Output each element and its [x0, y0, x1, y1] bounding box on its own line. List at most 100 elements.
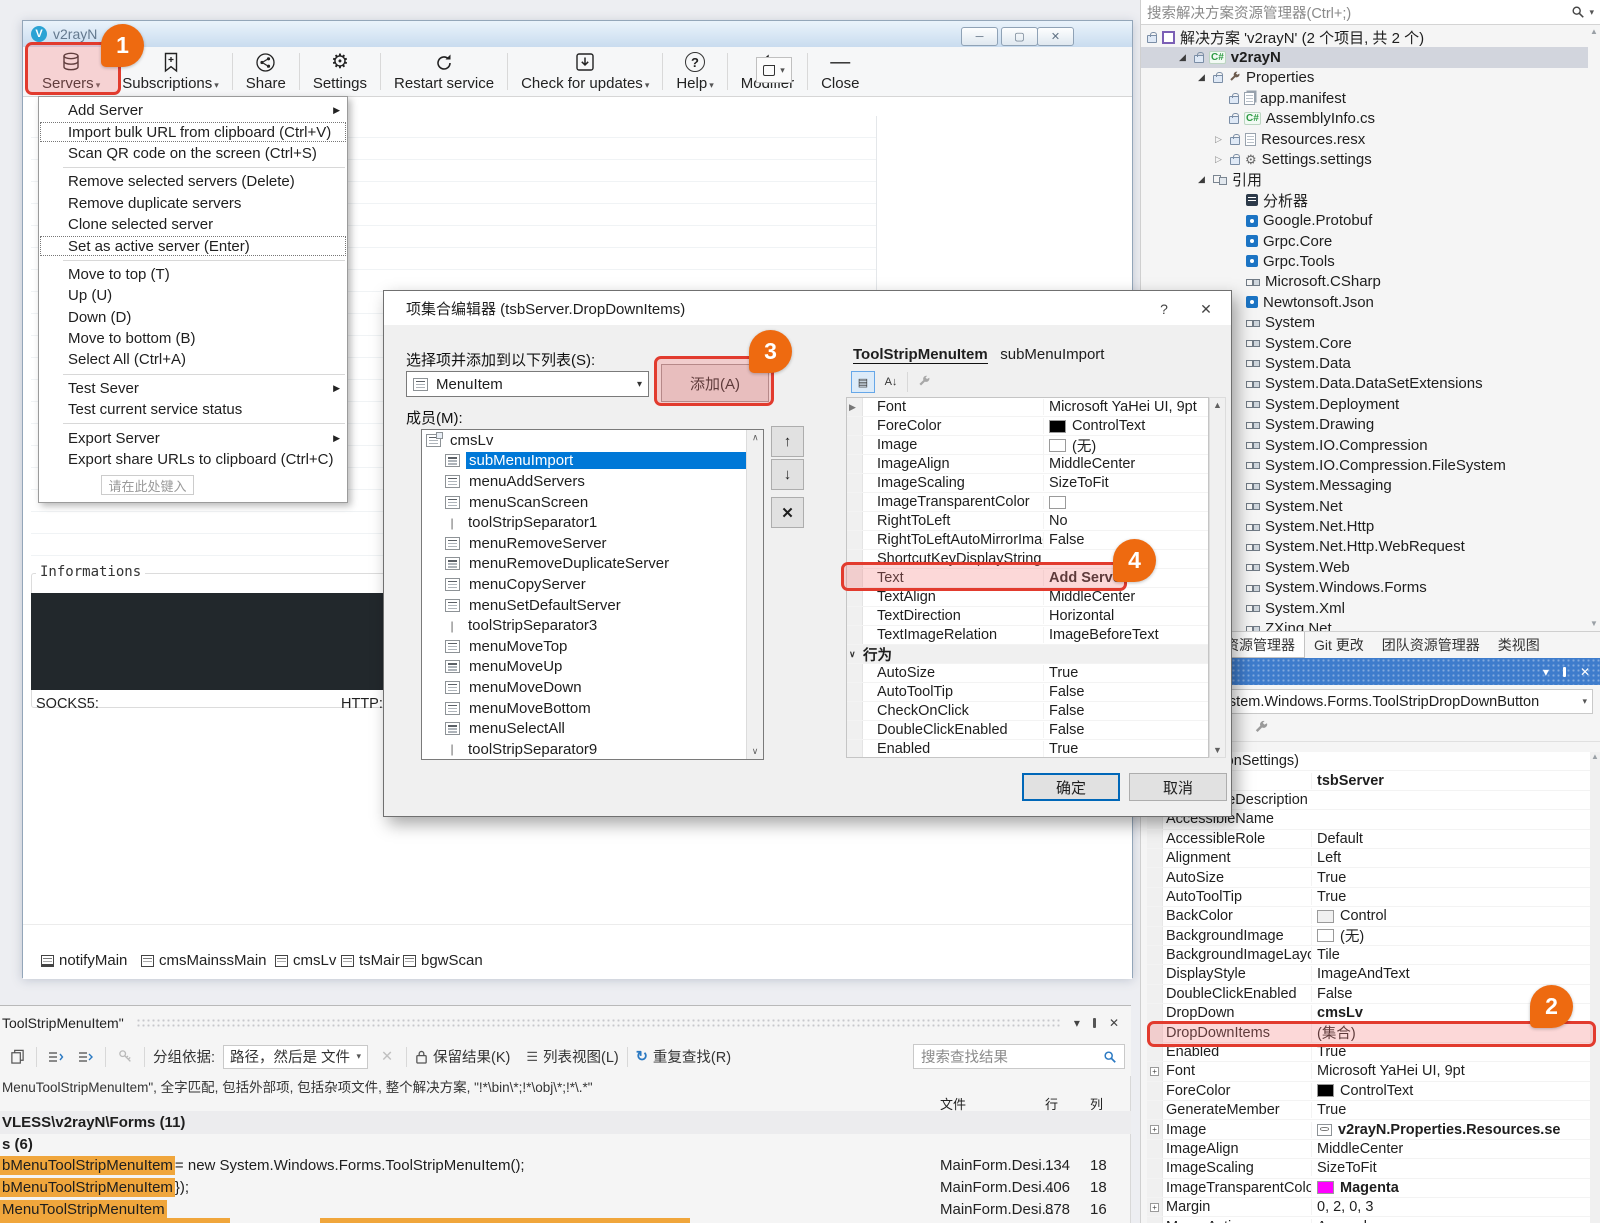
- restart-service-button[interactable]: Restart service: [383, 47, 505, 96]
- chevron-down-icon[interactable]: ▾: [1543, 665, 1549, 679]
- member-row-selected[interactable]: subMenuImport: [422, 451, 763, 472]
- menu-item-remove-selected[interactable]: Remove selected servers (Delete): [39, 171, 347, 192]
- tree-item-app-manifest[interactable]: app.manifest: [1141, 88, 1588, 108]
- tray-item-bgwscan[interactable]: bgwScan: [403, 952, 483, 969]
- alphabetical-icon[interactable]: A↓: [879, 371, 903, 393]
- ok-button[interactable]: 确定: [1022, 773, 1120, 801]
- property-row[interactable]: MergeActionAppend: [1147, 1217, 1591, 1223]
- property-row[interactable]: TextImageRelationImageBeforeText: [847, 626, 1208, 645]
- expander-icon[interactable]: ◢: [1198, 72, 1208, 83]
- clear-icon[interactable]: ✕: [376, 1047, 398, 1067]
- wrench-icon[interactable]: [1253, 720, 1269, 736]
- member-row[interactable]: menuMoveBottom: [422, 698, 763, 719]
- property-row[interactable]: Margin0, 2, 0, 3: [1147, 1198, 1591, 1217]
- menu-item-up[interactable]: Up (U): [39, 285, 347, 306]
- property-row[interactable]: ForeColorControlText: [847, 417, 1208, 436]
- settings-button[interactable]: ⚙ Settings: [302, 47, 378, 96]
- property-row[interactable]: BackgroundImageLayoutTile: [1147, 946, 1591, 965]
- property-row[interactable]: AutoToolTipFalse: [847, 683, 1208, 702]
- members-scrollbar[interactable]: ∨∨: [746, 430, 763, 759]
- share-button[interactable]: Share: [235, 47, 297, 96]
- tray-item-cmslv[interactable]: cmsLv: [275, 952, 336, 969]
- property-row[interactable]: DisplayStyleImageAndText: [1147, 965, 1591, 984]
- maximize-button[interactable]: ▢: [1001, 27, 1038, 46]
- property-row[interactable]: RightToLeftAutoMirrorImageFalse: [847, 531, 1208, 550]
- minimize-button[interactable]: ─: [961, 27, 998, 46]
- member-row[interactable]: menuAddServers: [422, 471, 763, 492]
- result-subgroup-row[interactable]: s (6): [0, 1134, 33, 1154]
- move-down-button[interactable]: ↓: [771, 459, 804, 490]
- menu-item-test-server[interactable]: Test Sever▶: [39, 378, 347, 399]
- search-icon[interactable]: ▾: [1571, 5, 1594, 19]
- member-row[interactable]: menuScanScreen: [422, 492, 763, 513]
- property-row[interactable]: DoubleClickEnabledFalse: [847, 721, 1208, 740]
- menu-item-export-server[interactable]: Export Server▶: [39, 427, 347, 448]
- member-row[interactable]: menuMoveUp: [422, 657, 763, 678]
- tree-item-settings[interactable]: ▷⚙Settings.settings: [1141, 149, 1588, 169]
- property-row[interactable]: TextDirectionHorizontal: [847, 607, 1208, 626]
- member-row[interactable]: menuRemoveServer: [422, 533, 763, 554]
- menu-item-remove-duplicate[interactable]: Remove duplicate servers: [39, 193, 347, 214]
- menu-item-clone-server[interactable]: Clone selected server: [39, 214, 347, 235]
- category-row-behavior[interactable]: ∨行为: [847, 645, 1208, 664]
- property-row[interactable]: Image(无): [847, 436, 1208, 455]
- menu-item-export-share-urls[interactable]: Export share URLs to clipboard (Ctrl+C): [39, 449, 347, 470]
- property-row[interactable]: DoubleClickEnabledFalse: [1147, 985, 1591, 1004]
- property-row[interactable]: AutoToolTipTrue: [1147, 888, 1591, 907]
- chevron-down-icon[interactable]: ▾: [1074, 1016, 1080, 1030]
- member-row[interactable]: |toolStripSeparator1: [422, 512, 763, 533]
- dialog-titlebar[interactable]: 项集合编辑器 (tsbServer.DropDownItems): [384, 291, 1231, 325]
- key-icon[interactable]: [114, 1047, 136, 1067]
- tree-item-references[interactable]: ◢引用: [1141, 170, 1588, 190]
- dialog-close-button[interactable]: ✕: [1191, 297, 1221, 321]
- tray-item-notifymain[interactable]: notifyMain: [41, 952, 127, 969]
- menu-item-select-all[interactable]: Select All (Ctrl+A): [39, 349, 347, 370]
- wrench-icon[interactable]: [912, 371, 936, 393]
- property-row[interactable]: ImageScalingSizeToFit: [1147, 1159, 1591, 1178]
- tree-item-analyzers[interactable]: 分析器: [1141, 190, 1588, 210]
- item-type-combo[interactable]: MenuItem ▾: [406, 371, 649, 397]
- group-by-combo[interactable]: 路径，然后是 文件▾: [223, 1045, 368, 1069]
- member-row[interactable]: menuSelectAll: [422, 718, 763, 739]
- menu-item-move-top[interactable]: Move to top (T): [39, 264, 347, 285]
- tab-class-view[interactable]: 类视图: [1489, 632, 1549, 658]
- tree-item-ref[interactable]: Grpc.Core: [1141, 231, 1588, 251]
- tray-item-cmsmain[interactable]: cmsMain: [141, 952, 219, 969]
- menu-item-set-active[interactable]: Set as active server (Enter): [39, 235, 347, 256]
- properties-scrollbar[interactable]: ▲: [1590, 752, 1600, 1223]
- categorized-icon[interactable]: ▤: [851, 371, 875, 393]
- result-row[interactable]: MenuToolStripMenuItem MainForm.Desi... 8…: [0, 1198, 1131, 1220]
- property-row[interactable]: Imagev2rayN.Properties.Resources.se: [1147, 1120, 1591, 1139]
- expand-all-icon[interactable]: [75, 1047, 97, 1067]
- property-row[interactable]: ▶FontMicrosoft YaHei UI, 9pt: [847, 398, 1208, 417]
- close-app-button[interactable]: — Close: [810, 47, 870, 96]
- member-row[interactable]: |toolStripSeparator3: [422, 615, 763, 636]
- close-window-button[interactable]: ✕: [1037, 27, 1074, 46]
- cancel-button[interactable]: 取消: [1129, 773, 1227, 801]
- tree-item-assemblyinfo[interactable]: C#AssemblyInfo.cs: [1141, 109, 1588, 129]
- menu-item-import-bulk-url[interactable]: Import bulk URL from clipboard (Ctrl+V): [39, 121, 347, 142]
- member-row[interactable]: cmsLv: [422, 430, 763, 451]
- property-row[interactable]: ImageTransparentColor: [847, 493, 1208, 512]
- collapsed-icon[interactable]: ▷: [1215, 134, 1225, 145]
- collapse-all-icon[interactable]: [45, 1047, 67, 1067]
- move-up-button[interactable]: ↑: [771, 426, 804, 457]
- expander-icon[interactable]: ◢: [1179, 52, 1189, 63]
- collapsed-icon[interactable]: ▷: [1215, 154, 1225, 165]
- list-view-button[interactable]: ☰列表视图(L): [526, 1046, 618, 1067]
- property-row[interactable]: RightToLeftNo: [847, 512, 1208, 531]
- result-row[interactable]: bMenuToolStripMenuItem = new System.Wind…: [0, 1154, 1131, 1176]
- tree-item-resources[interactable]: ▷Resources.resx: [1141, 129, 1588, 149]
- help-button[interactable]: ? Help▾: [665, 47, 724, 96]
- find-results-titlebar[interactable]: ToolStripMenuItem" ▾ ✕: [0, 1006, 1131, 1040]
- search-icon[interactable]: [1103, 1050, 1117, 1064]
- tray-item-tsmain[interactable]: tsMair: [341, 952, 400, 969]
- property-row[interactable]: BackColorControl: [1147, 907, 1591, 926]
- copy-icon[interactable]: [6, 1047, 28, 1067]
- close-icon[interactable]: ✕: [1580, 665, 1590, 679]
- tab-team-explorer[interactable]: 团队资源管理器: [1373, 632, 1489, 658]
- search-results-input[interactable]: 搜索查找结果: [913, 1044, 1125, 1069]
- property-row[interactable]: AccessibleRoleDefault: [1147, 830, 1591, 849]
- keep-results-button[interactable]: 保留结果(K): [415, 1046, 510, 1067]
- property-row[interactable]: AutoSizeTrue: [1147, 868, 1591, 887]
